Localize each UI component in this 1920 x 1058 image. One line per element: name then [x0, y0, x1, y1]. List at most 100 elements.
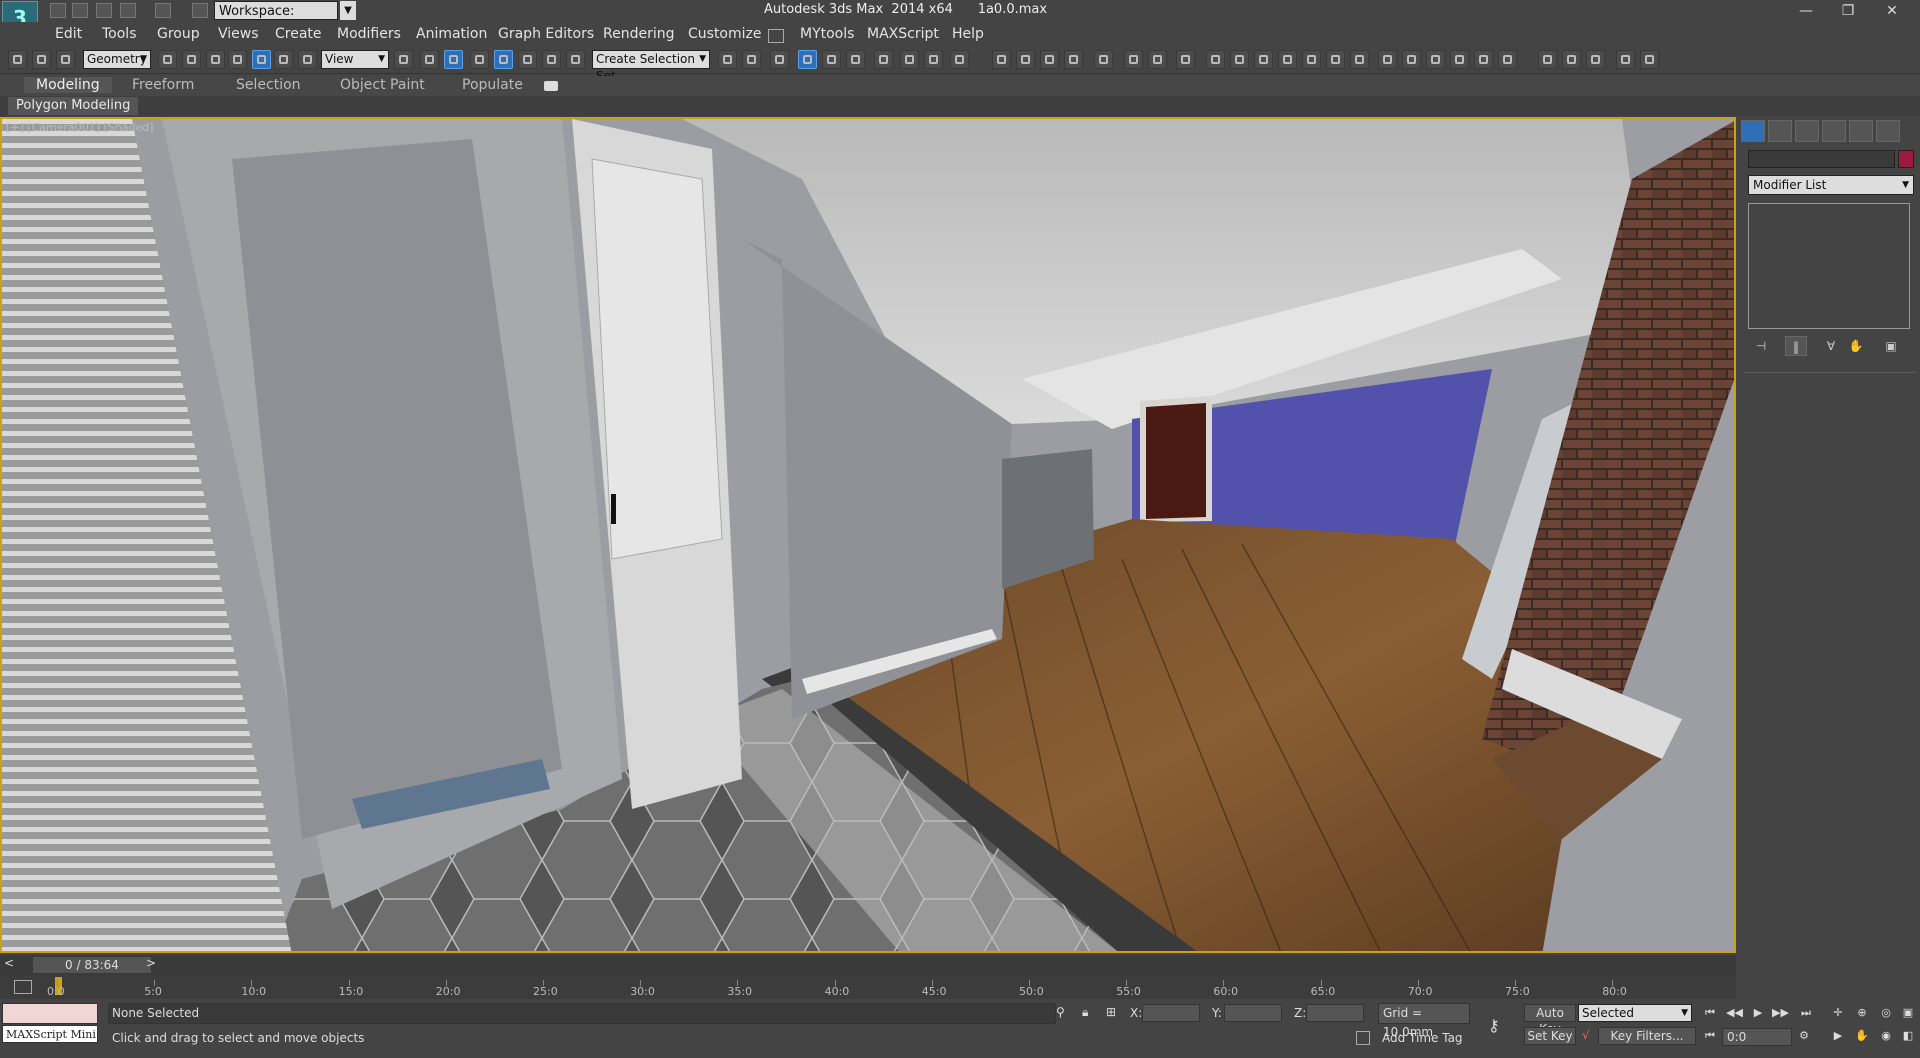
help-icon[interactable] — [1640, 50, 1659, 69]
set-key-icon[interactable]: √ — [1582, 1028, 1590, 1042]
unlink-icon[interactable] — [32, 50, 51, 69]
time-slider[interactable]: 0 / 83:64 — [33, 957, 151, 973]
time-configuration-icon[interactable]: ⚙ — [1796, 1029, 1812, 1043]
absolute-mode-icon[interactable]: ⊞ — [1106, 1005, 1116, 1019]
utilities-tab-icon[interactable] — [1876, 120, 1900, 142]
tab-selection[interactable]: Selection — [236, 77, 301, 93]
bind-spacewarp-icon[interactable] — [56, 50, 75, 69]
modify-tab-icon[interactable] — [1768, 120, 1792, 142]
project-folder-icon[interactable] — [192, 3, 208, 18]
layer-manager-icon[interactable] — [770, 50, 789, 69]
cylinder-primitive-icon[interactable] — [1254, 50, 1273, 69]
default-in-out-key-icon[interactable]: ⚷ — [1488, 1016, 1500, 1035]
go-to-end-icon[interactable]: ⏭ — [1798, 1006, 1814, 1020]
workspace-dropdown[interactable]: Workspace: Default — [214, 1, 338, 38]
menu-modifiers[interactable]: Modifiers — [337, 26, 401, 42]
snaps-toggle-icon[interactable] — [470, 50, 489, 69]
taper-modifier-icon[interactable] — [1426, 50, 1445, 69]
render-setup-icon[interactable] — [924, 50, 943, 69]
maximize-viewport-icon[interactable]: ◧ — [1900, 1029, 1916, 1043]
next-frame-icon[interactable]: ▶▶ — [1772, 1006, 1789, 1020]
motion-tab-icon[interactable] — [1822, 120, 1846, 142]
go-to-start-icon[interactable]: ⏮ — [1702, 1006, 1718, 1020]
bend-modifier-icon[interactable] — [1402, 50, 1421, 69]
link-icon[interactable] — [8, 50, 27, 69]
use-pivot-center-icon[interactable] — [444, 50, 463, 69]
menu-maxscript[interactable]: MAXScript — [867, 26, 939, 42]
z-coordinate-field[interactable] — [1306, 1004, 1364, 1022]
select-and-scale-icon[interactable] — [298, 50, 317, 69]
lattice-modifier-icon[interactable] — [1498, 50, 1517, 69]
minimize-icon[interactable]: — — [1786, 0, 1826, 22]
current-frame-field[interactable]: 0:0 — [1722, 1028, 1792, 1046]
maxscript-mini-input[interactable]: MAXScript Mini — [2, 1025, 98, 1043]
reference-coordinate-dropdown[interactable]: View ▼ — [321, 50, 389, 69]
create-tab-icon[interactable] — [1741, 120, 1765, 142]
hierarchy-tab-icon[interactable] — [1795, 120, 1819, 142]
ribbon-toggle-icon[interactable] — [544, 81, 558, 91]
selection-lock-icon[interactable]: 🔒︎ — [1082, 1005, 1088, 1020]
set-key-button[interactable]: Set Key — [1524, 1027, 1576, 1045]
render-icon[interactable] — [992, 50, 1011, 69]
menu-tools[interactable]: Tools — [102, 26, 137, 42]
object-name-field[interactable] — [1748, 150, 1895, 168]
graphite-toolbar-icon[interactable] — [822, 50, 841, 69]
tab-object-paint[interactable]: Object Paint — [340, 77, 425, 93]
key-filters-button[interactable]: Key Filters... — [1598, 1027, 1696, 1045]
omni-light-icon[interactable] — [1350, 50, 1369, 69]
workspace-dropdown-arrow-icon[interactable]: ▼ — [340, 1, 356, 20]
select-object-icon[interactable] — [158, 50, 177, 69]
sun-light-icon[interactable] — [1326, 50, 1345, 69]
select-and-rotate-icon[interactable] — [274, 50, 293, 69]
align-icon[interactable] — [742, 50, 761, 69]
orbit-camera-icon[interactable]: ◉ — [1878, 1029, 1894, 1043]
menu-create[interactable]: Create — [275, 26, 322, 42]
named-selection-dropdown[interactable]: Create Selection Set▼ — [592, 50, 710, 83]
box-primitive-icon[interactable] — [1206, 50, 1225, 69]
scene-explorer-icon[interactable] — [798, 50, 817, 69]
new-file-icon[interactable] — [50, 3, 66, 18]
schematic-view-icon[interactable] — [874, 50, 893, 69]
sphere-icon[interactable] — [1148, 50, 1167, 69]
spinner-snap-icon[interactable] — [542, 50, 561, 69]
active-shade-icon[interactable] — [1040, 50, 1059, 69]
time-tag-icon[interactable] — [1356, 1031, 1370, 1045]
zoom-extents-icon[interactable] — [1538, 50, 1557, 69]
pan-view-icon[interactable] — [1562, 50, 1581, 69]
menu-views[interactable]: Views — [218, 26, 259, 42]
particle-icon[interactable] — [1378, 50, 1397, 69]
tab-freeform[interactable]: Freeform — [132, 77, 194, 93]
noise-modifier-icon[interactable] — [1474, 50, 1493, 69]
select-by-name-icon[interactable] — [182, 50, 201, 69]
undo-icon[interactable] — [120, 3, 136, 18]
percent-snap-icon[interactable] — [518, 50, 537, 69]
twist-modifier-icon[interactable] — [1450, 50, 1469, 69]
time-slider-next-icon[interactable]: > — [146, 956, 156, 970]
polygon-modeling-panel[interactable]: Polygon Modeling — [8, 97, 139, 115]
remove-modifier-icon[interactable]: ✋ — [1845, 336, 1867, 356]
zoom-extents-selected-icon[interactable]: ▣ — [1900, 1006, 1916, 1020]
viewport-label[interactable]: [+] [Camera001] [Shaded] — [6, 121, 154, 134]
rendered-frame-icon[interactable] — [950, 50, 969, 69]
open-file-icon[interactable] — [72, 3, 88, 18]
tab-modeling[interactable]: Modeling — [24, 77, 112, 93]
menu-rendering[interactable]: Rendering — [603, 26, 675, 42]
tab-populate[interactable]: Populate — [462, 77, 523, 93]
menu-animation[interactable]: Animation — [416, 26, 487, 42]
teapot-icon[interactable] — [1124, 50, 1143, 69]
x-coordinate-field[interactable] — [1142, 1004, 1200, 1022]
rectangular-selection-icon[interactable] — [206, 50, 225, 69]
select-and-move-icon[interactable] — [252, 50, 271, 69]
render-iterative-icon[interactable] — [1016, 50, 1035, 69]
torus-primitive-icon[interactable] — [1278, 50, 1297, 69]
add-time-tag-button[interactable]: Add Time Tag — [1382, 1031, 1463, 1045]
display-tab-icon[interactable] — [1849, 120, 1873, 142]
object-color-swatch[interactable] — [1898, 150, 1914, 168]
menu-edit[interactable]: Edit — [55, 26, 82, 42]
restore-icon[interactable]: ❐ — [1828, 0, 1868, 22]
material-editor-icon[interactable] — [900, 50, 919, 69]
edit-named-selection-icon[interactable] — [566, 50, 585, 69]
close-icon[interactable]: ✕ — [1872, 0, 1912, 22]
menu-group[interactable]: Group — [157, 26, 200, 42]
sphere-primitive-icon[interactable] — [1230, 50, 1249, 69]
